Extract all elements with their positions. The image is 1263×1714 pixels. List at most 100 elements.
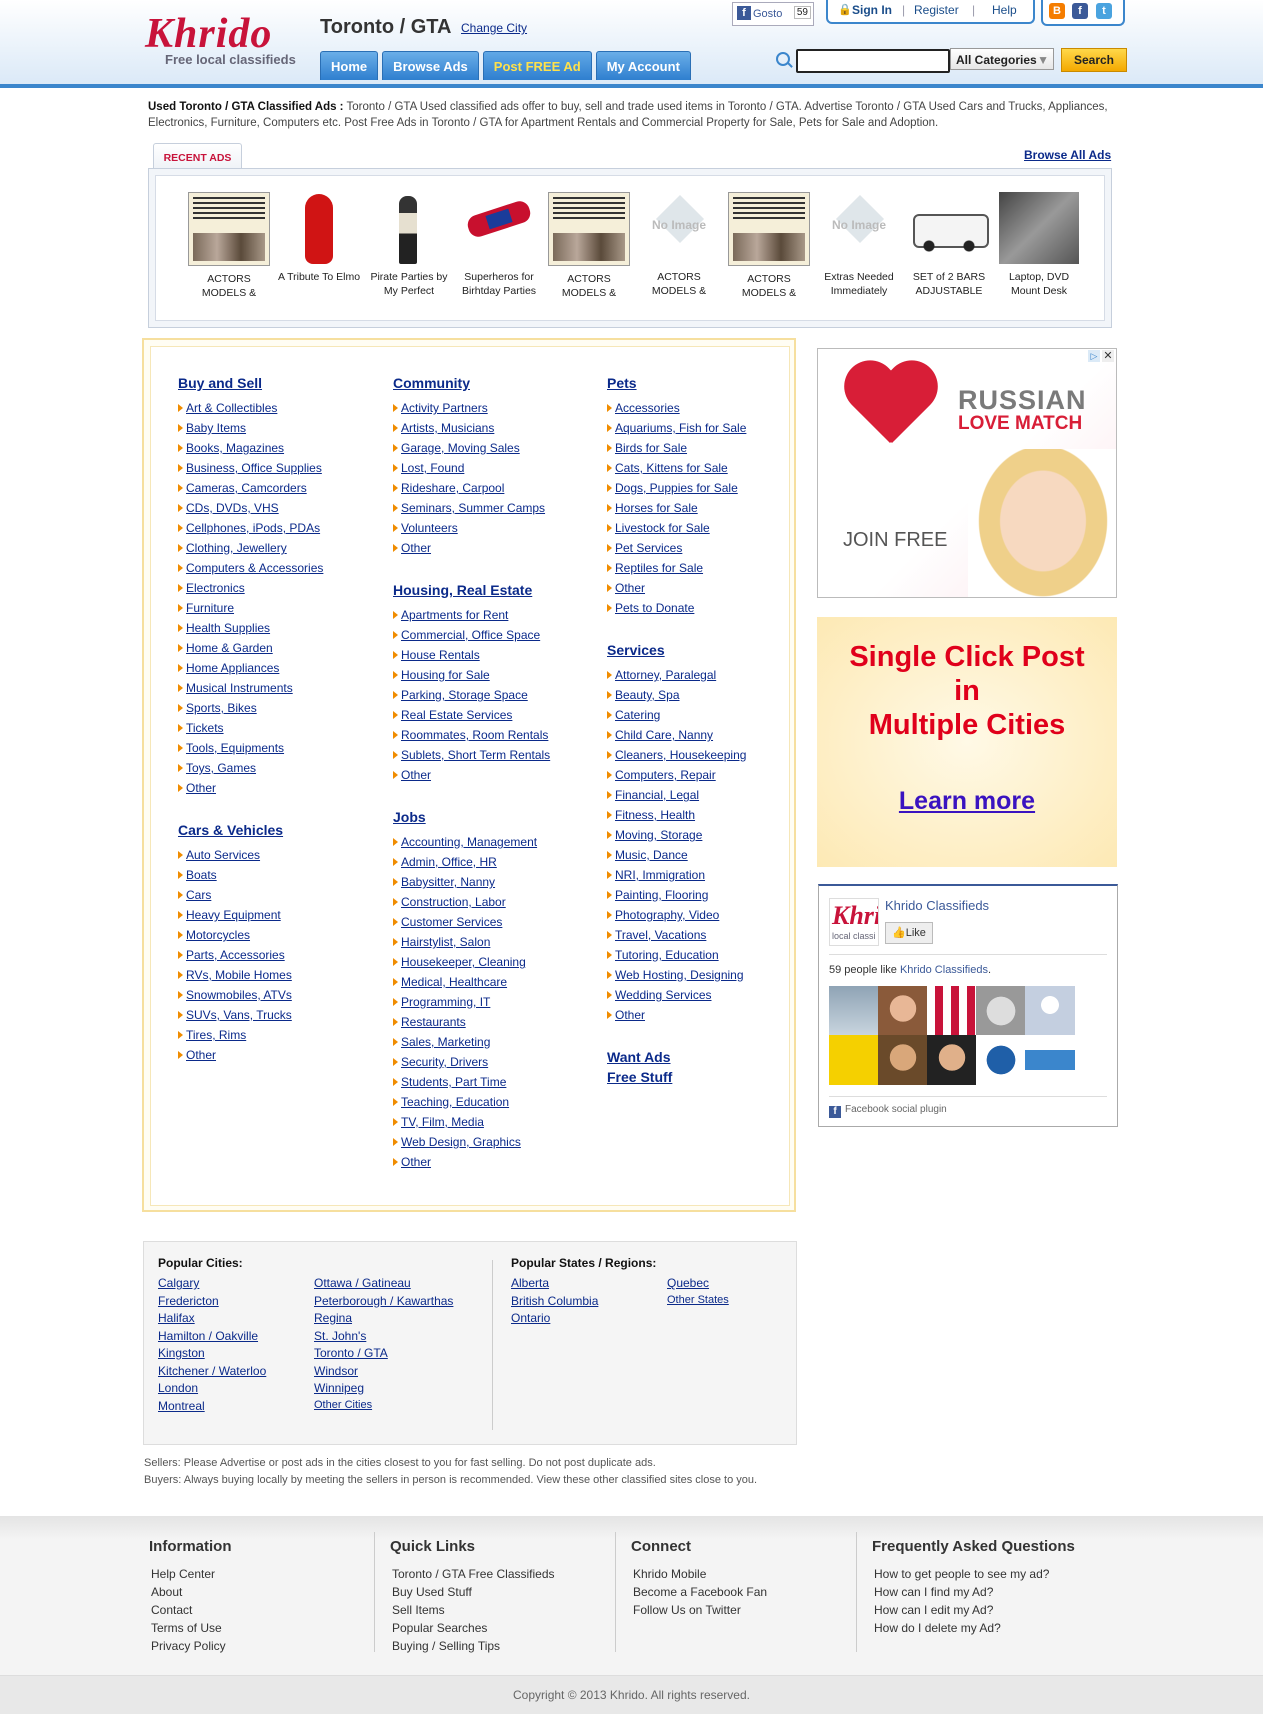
category-link-activity-partners[interactable]: Activity Partners: [393, 398, 550, 418]
fan-avatar[interactable]: [976, 986, 1026, 1036]
city-link-peterborough-kawarthas[interactable]: Peterborough / Kawarthas: [314, 1294, 453, 1308]
tab-recent-ads[interactable]: RECENT ADS: [153, 143, 242, 170]
category-link-security-drivers[interactable]: Security, Drivers: [393, 1052, 550, 1072]
category-link-cds-dvds-vhs[interactable]: CDs, DVDs, VHS: [178, 498, 323, 518]
recent-ad-item[interactable]: Superheros for Birhtday Parties: [456, 192, 542, 298]
category-link-programming-it[interactable]: Programming, IT: [393, 992, 550, 1012]
category-link-home-garden[interactable]: Home & Garden: [178, 638, 323, 658]
category-link-photography-video[interactable]: Photography, Video: [607, 905, 746, 925]
category-link-electronics[interactable]: Electronics: [178, 578, 323, 598]
multi-city-post-ad[interactable]: Single Click Post in Multiple Cities Lea…: [817, 617, 1117, 867]
category-link-volunteers[interactable]: Volunteers: [393, 518, 550, 538]
ad-title[interactable]: Pirate Parties by My Perfect: [366, 270, 452, 298]
category-link-parts-accessories[interactable]: Parts, Accessories: [178, 945, 323, 965]
category-link-teaching-education[interactable]: Teaching, Education: [393, 1092, 550, 1112]
category-link-books-magazines[interactable]: Books, Magazines: [178, 438, 323, 458]
city-link-kitchener-waterloo[interactable]: Kitchener / Waterloo: [158, 1364, 266, 1378]
city-link-other-cities[interactable]: Other Cities: [314, 1399, 372, 1411]
footer-link-how-can-i-find-my-ad[interactable]: How can I find my Ad?: [872, 1583, 1075, 1601]
city-link-fredericton[interactable]: Fredericton: [158, 1294, 219, 1308]
category-link-other[interactable]: Other: [178, 1045, 323, 1065]
ad-title[interactable]: SET of 2 BARS ADJUSTABLE: [906, 270, 992, 298]
category-link-cameras-camcorders[interactable]: Cameras, Camcorders: [178, 478, 323, 498]
city-link-winnipeg[interactable]: Winnipeg: [314, 1381, 364, 1395]
site-logo[interactable]: Khrido: [145, 10, 272, 58]
facebook-like-button[interactable]: f Gosto 59: [732, 2, 814, 26]
footer-link-buy-used-stuff[interactable]: Buy Used Stuff: [390, 1583, 555, 1601]
help-link[interactable]: Help: [992, 0, 1017, 20]
category-link-web-hosting-designing[interactable]: Web Hosting, Designing: [607, 965, 746, 985]
close-icon[interactable]: ✕: [1102, 350, 1114, 362]
recent-ad-item[interactable]: Extras Needed Immediately: [816, 192, 902, 298]
category-link-toys-games[interactable]: Toys, Games: [178, 758, 323, 778]
ad-title[interactable]: Superheros for Birhtday Parties: [456, 270, 542, 298]
city-link-ottawa-gatineau[interactable]: Ottawa / Gatineau: [314, 1276, 411, 1290]
change-city-link[interactable]: Change City: [461, 21, 527, 35]
category-link-pet-services[interactable]: Pet Services: [607, 538, 746, 558]
sign-in-link[interactable]: Sign In: [852, 0, 892, 20]
register-link[interactable]: Register: [914, 0, 959, 20]
category-heading-buy-sell[interactable]: Buy and Sell: [178, 375, 323, 391]
category-link-housing-for-sale[interactable]: Housing for Sale: [393, 665, 550, 685]
city-link-regina[interactable]: Regina: [314, 1311, 352, 1325]
footer-link-how-to-get-people-to-see-my-ad[interactable]: How to get people to see my ad?: [872, 1565, 1075, 1583]
category-link-catering[interactable]: Catering: [607, 705, 746, 725]
category-link-health-supplies[interactable]: Health Supplies: [178, 618, 323, 638]
category-heading-want-ads[interactable]: Want Ads: [607, 1049, 746, 1065]
footer-link-buying-selling-tips[interactable]: Buying / Selling Tips: [390, 1637, 555, 1655]
category-link-other[interactable]: Other: [393, 538, 550, 558]
ad-thumbnail[interactable]: [639, 192, 719, 264]
category-link-cats-kittens-for-sale[interactable]: Cats, Kittens for Sale: [607, 458, 746, 478]
ad-thumbnail[interactable]: [279, 192, 359, 264]
recent-ad-item[interactable]: Pirate Parties by My Perfect: [366, 192, 452, 298]
category-link-cellphones-ipods-pdas[interactable]: Cellphones, iPods, PDAs: [178, 518, 323, 538]
recent-ad-item[interactable]: ACTORS MODELS &: [186, 192, 272, 300]
city-link-ontario[interactable]: Ontario: [511, 1311, 550, 1325]
ad-title[interactable]: Laptop, DVD Mount Desk: [996, 270, 1082, 298]
fan-avatar[interactable]: [878, 986, 928, 1036]
city-link-halifax[interactable]: Halifax: [158, 1311, 195, 1325]
category-link-baby-items[interactable]: Baby Items: [178, 418, 323, 438]
ad-title[interactable]: Extras Needed Immediately: [816, 270, 902, 298]
category-link-beauty-spa[interactable]: Beauty, Spa: [607, 685, 746, 705]
city-link-montreal[interactable]: Montreal: [158, 1399, 205, 1413]
category-link-attorney-paralegal[interactable]: Attorney, Paralegal: [607, 665, 746, 685]
fan-avatar[interactable]: [1025, 986, 1075, 1036]
category-link-birds-for-sale[interactable]: Birds for Sale: [607, 438, 746, 458]
category-link-other[interactable]: Other: [393, 765, 550, 785]
category-link-suvs-vans-trucks[interactable]: SUVs, Vans, Trucks: [178, 1005, 323, 1025]
ad-title[interactable]: ACTORS MODELS &: [636, 270, 722, 298]
category-link-computers-repair[interactable]: Computers, Repair: [607, 765, 746, 785]
category-link-nri-immigration[interactable]: NRI, Immigration: [607, 865, 746, 885]
footer-link-sell-items[interactable]: Sell Items: [390, 1601, 555, 1619]
category-link-sublets-short-term-rentals[interactable]: Sublets, Short Term Rentals: [393, 745, 550, 765]
city-link-alberta[interactable]: Alberta: [511, 1276, 549, 1290]
category-link-auto-services[interactable]: Auto Services: [178, 845, 323, 865]
city-link-quebec[interactable]: Quebec: [667, 1276, 709, 1290]
category-link-horses-for-sale[interactable]: Horses for Sale: [607, 498, 746, 518]
footer-link-how-can-i-edit-my-ad[interactable]: How can I edit my Ad?: [872, 1601, 1075, 1619]
category-link-music-dance[interactable]: Music, Dance: [607, 845, 746, 865]
recent-ad-item[interactable]: ACTORS MODELS &: [546, 192, 632, 300]
category-link-hairstylist-salon[interactable]: Hairstylist, Salon: [393, 932, 550, 952]
category-link-sales-marketing[interactable]: Sales, Marketing: [393, 1032, 550, 1052]
category-heading-housing[interactable]: Housing, Real Estate: [393, 582, 550, 598]
search-button[interactable]: Search: [1061, 48, 1127, 72]
recent-ad-item[interactable]: A Tribute To Elmo: [276, 192, 362, 284]
category-link-dogs-puppies-for-sale[interactable]: Dogs, Puppies for Sale: [607, 478, 746, 498]
recent-ad-item[interactable]: SET of 2 BARS ADJUSTABLE: [906, 192, 992, 298]
fan-avatar[interactable]: [976, 1035, 1026, 1085]
category-link-boats[interactable]: Boats: [178, 865, 323, 885]
footer-link-follow-us-on-twitter[interactable]: Follow Us on Twitter: [631, 1601, 767, 1619]
category-link-customer-services[interactable]: Customer Services: [393, 912, 550, 932]
category-link-housekeeper-cleaning[interactable]: Housekeeper, Cleaning: [393, 952, 550, 972]
fan-avatar[interactable]: [878, 1035, 928, 1085]
category-heading-services[interactable]: Services: [607, 642, 746, 658]
category-link-wedding-services[interactable]: Wedding Services: [607, 985, 746, 1005]
category-link-babysitter-nanny[interactable]: Babysitter, Nanny: [393, 872, 550, 892]
category-link-heavy-equipment[interactable]: Heavy Equipment: [178, 905, 323, 925]
category-link-sports-bikes[interactable]: Sports, Bikes: [178, 698, 323, 718]
footer-link-toronto-gta-free-classifieds[interactable]: Toronto / GTA Free Classifieds: [390, 1565, 555, 1583]
category-heading-free-stuff[interactable]: Free Stuff: [607, 1069, 746, 1085]
category-link-motorcycles[interactable]: Motorcycles: [178, 925, 323, 945]
